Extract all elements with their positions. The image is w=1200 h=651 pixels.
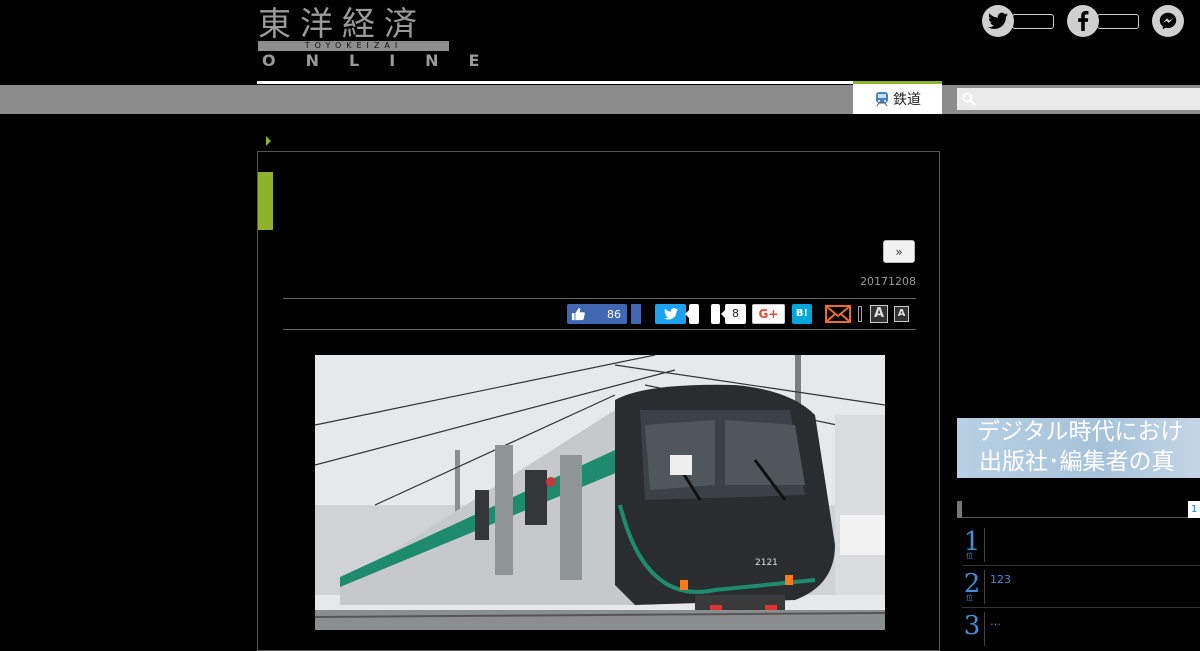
breadcrumb-arrow-icon xyxy=(266,136,271,146)
facebook-f-icon[interactable] xyxy=(1067,5,1099,37)
ranking-number: 3 xyxy=(963,611,981,641)
ranking-row-separator xyxy=(962,607,1200,608)
font-size-small-button[interactable]: A xyxy=(894,306,909,322)
ranking-row-separator xyxy=(962,565,1200,566)
ranking-divider xyxy=(984,528,985,562)
site-logo-romaji-bar: TOYOKEIZAI xyxy=(258,41,449,51)
train-icon xyxy=(876,92,888,107)
ranking-suffix: 位 xyxy=(966,552,973,560)
facebook-like-button[interactable]: 86 xyxy=(567,304,627,324)
facebook-follow[interactable] xyxy=(1067,5,1139,37)
tab-railway[interactable]: 鉄道 xyxy=(853,81,942,114)
ranking-header-line xyxy=(962,517,1200,518)
mail-icon[interactable] xyxy=(825,305,851,323)
facebook-like-count: 86 xyxy=(607,307,621,321)
search-input[interactable] xyxy=(957,88,1200,110)
font-size-large-button[interactable]: A xyxy=(870,305,888,323)
facebook-follow-count xyxy=(1097,13,1139,29)
ranking-item-title[interactable]: … xyxy=(990,615,1001,628)
ranking-item-title[interactable]: 123 xyxy=(990,573,1011,586)
ad-text-line1: デジタル時代におけ xyxy=(977,419,1184,445)
twitter-bird-icon[interactable] xyxy=(982,5,1014,37)
nav-top-line xyxy=(257,81,853,84)
google-plus-button[interactable]: G+ xyxy=(752,304,785,324)
ranking-suffix: 位 xyxy=(966,594,973,602)
site-logo-romaji: TOYOKEIZAI xyxy=(304,41,403,50)
train-number: 2121 xyxy=(755,558,778,568)
messenger-share[interactable] xyxy=(1152,5,1184,37)
tweet-count xyxy=(685,304,699,324)
share-divider xyxy=(858,306,862,322)
ranking-divider xyxy=(984,612,985,646)
article-title-marker xyxy=(258,172,273,230)
twitter-follow[interactable] xyxy=(982,5,1054,37)
next-page-button[interactable]: » xyxy=(883,240,915,263)
share-bar-top-rule xyxy=(283,298,916,299)
ranking-header-marker xyxy=(957,501,962,518)
share-bar-bottom-rule xyxy=(283,329,916,330)
ranking-divider xyxy=(984,570,985,604)
ad-text-line2: 出版社･編集者の真 xyxy=(979,449,1175,475)
tweet-button[interactable] xyxy=(655,304,686,324)
twitter-bird-icon xyxy=(663,308,678,320)
facebook-share-button[interactable] xyxy=(631,304,641,324)
share-count-box xyxy=(711,304,720,324)
tab-railway-label: 鉄道 xyxy=(893,92,921,108)
search-icon[interactable] xyxy=(962,92,976,106)
twitter-follow-count xyxy=(1012,13,1054,29)
article-date: 20171208 xyxy=(860,275,916,288)
site-logo-online[interactable]: ONLINE xyxy=(262,52,509,70)
article-photo-train: 2121 xyxy=(315,355,885,630)
site-logo-kanji[interactable]: 東洋経済 xyxy=(258,4,426,44)
messenger-icon[interactable] xyxy=(1152,5,1184,37)
ranking-tab[interactable]: 1 xyxy=(1188,501,1200,518)
thumbs-up-icon xyxy=(571,307,585,321)
hatena-bookmark-count: 8 xyxy=(721,304,746,324)
hatena-bookmark-button[interactable]: B! xyxy=(792,304,812,324)
